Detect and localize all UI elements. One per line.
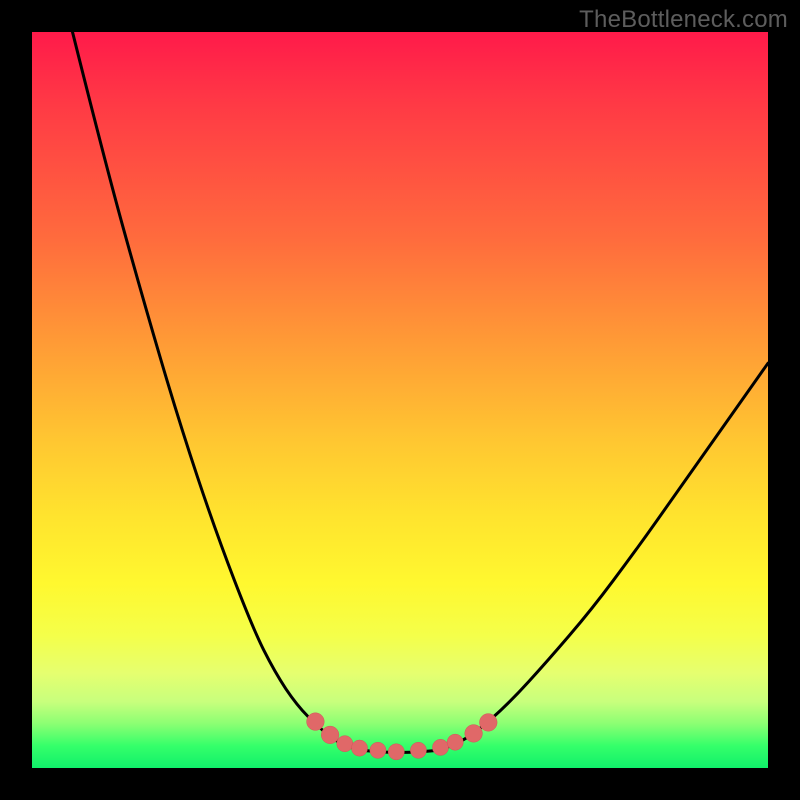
- valley-marker: [321, 726, 339, 744]
- valley-marker: [480, 714, 498, 732]
- chart-frame: TheBottleneck.com: [0, 0, 800, 800]
- watermark-text: TheBottleneck.com: [579, 6, 788, 34]
- valley-marker: [465, 725, 483, 743]
- valley-marker: [337, 736, 353, 752]
- valley-marker: [388, 744, 404, 760]
- valley-marker: [370, 742, 386, 758]
- plot-area: [32, 32, 768, 768]
- valley-marker: [351, 740, 367, 756]
- valley-markers: [307, 713, 498, 760]
- bottleneck-curve: [73, 32, 769, 752]
- valley-marker: [432, 739, 448, 755]
- valley-marker: [410, 742, 426, 758]
- valley-marker: [307, 713, 325, 731]
- valley-marker: [447, 734, 463, 750]
- chart-svg: [32, 32, 768, 768]
